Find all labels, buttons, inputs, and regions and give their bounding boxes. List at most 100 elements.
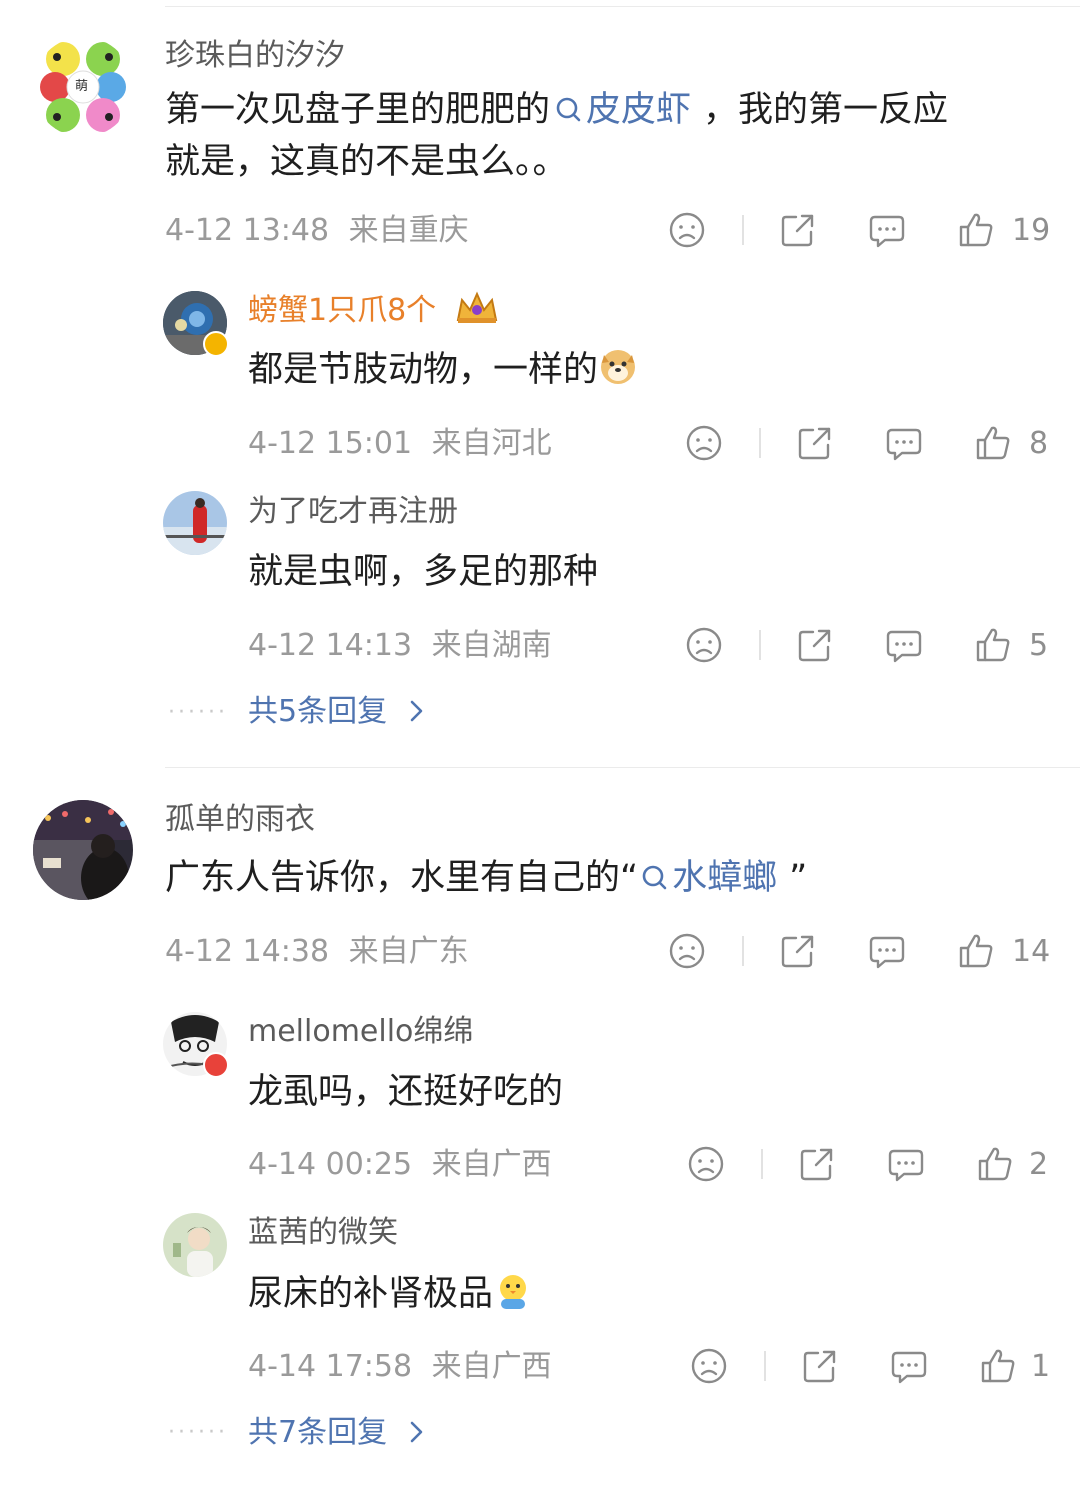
timestamp: 4-12 14:38	[165, 934, 330, 969]
reply-meta: 4-14 17:58 来自广西	[248, 1347, 552, 1387]
action-separator	[759, 630, 761, 660]
sad-face-icon[interactable]	[689, 1346, 729, 1386]
share-icon[interactable]	[795, 423, 835, 463]
avatar-label: 萌	[75, 79, 89, 94]
action-separator	[764, 1351, 766, 1381]
topic-label: 水蟑螂	[672, 858, 778, 898]
like-count: 2	[1029, 1147, 1049, 1182]
comment-icon[interactable]	[867, 931, 907, 971]
timestamp: 4-14 17:58	[248, 1349, 413, 1384]
like-count: 14	[1012, 934, 1051, 969]
thumbs-up-icon[interactable]	[973, 423, 1013, 463]
thumbs-up-icon[interactable]	[956, 931, 996, 971]
reply-meta: 4-12 15:01 来自河北	[248, 424, 552, 464]
comment-icon[interactable]	[884, 423, 924, 463]
reply-text: 尿床的补肾极品	[248, 1268, 533, 1320]
reply-text-label: 都是节肢动物，一样的	[248, 350, 599, 390]
comment-icon[interactable]	[889, 1346, 929, 1386]
verified-badge-icon	[203, 331, 229, 357]
comment-icon[interactable]	[884, 625, 924, 665]
reply-author[interactable]: mellomello绵绵	[248, 1012, 473, 1052]
more-replies-link[interactable]: 共7条回复	[248, 1413, 427, 1453]
avatar[interactable]: 萌	[33, 37, 133, 137]
avatar[interactable]	[163, 491, 227, 555]
more-replies-link[interactable]: 共5条回复	[248, 692, 427, 732]
action-separator	[761, 1149, 763, 1179]
more-replies-label: 共7条回复	[248, 1415, 388, 1450]
like-count: 1	[1031, 1349, 1051, 1384]
crown-badge-icon	[456, 291, 497, 323]
share-icon[interactable]	[797, 1144, 837, 1184]
action-separator	[742, 936, 744, 966]
reply-author[interactable]: 蓝茜的微笑	[248, 1213, 398, 1253]
comment-meta: 4-12 14:38 来自广东	[165, 932, 469, 972]
location: 来自重庆	[348, 213, 469, 248]
sad-face-icon[interactable]	[684, 625, 724, 665]
location: 来自河北	[431, 426, 552, 461]
topic-link[interactable]: 水蟑螂	[638, 858, 777, 898]
search-icon	[554, 95, 584, 125]
timestamp: 4-14 00:25	[248, 1147, 413, 1182]
reply-text: 都是节肢动物，一样的	[248, 344, 638, 396]
more-dots: ······	[168, 1420, 228, 1445]
reply-text: 就是虫啊，多足的那种	[248, 552, 599, 592]
member-badge-icon	[203, 1052, 229, 1078]
reply-author-label: 螃蟹1只爪8个	[248, 293, 437, 328]
topic-link[interactable]: 皮皮虾	[550, 90, 691, 130]
timestamp: 4-12 14:13	[248, 628, 413, 663]
action-separator	[742, 215, 744, 245]
share-icon[interactable]	[795, 625, 835, 665]
timestamp: 4-12 15:01	[248, 426, 413, 461]
action-separator	[759, 428, 761, 458]
thumbs-up-icon[interactable]	[973, 625, 1013, 665]
comment-meta: 4-12 13:48 来自重庆	[165, 211, 469, 251]
reply-meta: 4-12 14:13 来自湖南	[248, 626, 552, 666]
share-icon[interactable]	[778, 210, 818, 250]
like-count: 5	[1029, 628, 1049, 663]
sad-face-icon[interactable]	[667, 210, 707, 250]
more-dots: ······	[168, 700, 228, 725]
comment-author[interactable]: 孤单的雨衣	[165, 800, 315, 840]
thumbs-up-icon[interactable]	[975, 1144, 1015, 1184]
location: 来自湖南	[431, 628, 552, 663]
comment-author[interactable]: 珍珠白的汐汐	[165, 36, 345, 76]
sad-face-icon[interactable]	[667, 931, 707, 971]
avatar[interactable]	[33, 800, 133, 900]
comment-text-part: 广东人告诉你，水里有自己的“	[165, 858, 639, 898]
chick-emoji-icon	[500, 1275, 527, 1309]
comment-icon[interactable]	[886, 1144, 926, 1184]
thumbs-up-icon[interactable]	[956, 210, 996, 250]
location: 来自广西	[431, 1349, 552, 1384]
comment-text-line-1: 第一次见盘子里的肥肥的 皮皮虾 ，我的第一反应	[165, 84, 948, 136]
chevron-right-icon	[407, 1417, 427, 1447]
thumbs-up-icon[interactable]	[978, 1346, 1018, 1386]
top-divider	[165, 6, 1080, 7]
more-replies-label: 共5条回复	[248, 694, 388, 729]
reply-author[interactable]: 螃蟹1只爪8个	[248, 290, 500, 331]
comment-text-line-2: 就是，这真的不是虫么。。	[165, 142, 568, 182]
sad-face-icon[interactable]	[684, 423, 724, 463]
reply-author[interactable]: 为了吃才再注册	[248, 492, 458, 532]
chevron-right-icon	[407, 696, 427, 726]
timestamp: 4-12 13:48	[165, 213, 330, 248]
search-icon	[640, 863, 670, 893]
like-count: 19	[1012, 213, 1051, 248]
comment-divider	[165, 767, 1080, 768]
comment-text: 广东人告诉你，水里有自己的“ 水蟑螂 ”	[165, 852, 807, 904]
avatar[interactable]	[163, 1213, 227, 1277]
location: 来自广西	[431, 1147, 552, 1182]
comment-text-part: ，我的第一反应	[703, 90, 949, 130]
location: 来自广东	[348, 934, 469, 969]
reply-meta: 4-14 00:25 来自广西	[248, 1145, 552, 1185]
reply-text: 龙虱吗，还挺好吃的	[248, 1072, 564, 1112]
comment-icon[interactable]	[867, 210, 907, 250]
comment-text-part: 第一次见盘子里的肥肥的	[165, 90, 551, 130]
reply-text-label: 尿床的补肾极品	[248, 1274, 494, 1314]
like-count: 8	[1029, 426, 1049, 461]
sad-face-icon[interactable]	[686, 1144, 726, 1184]
comment-text-part: ”	[789, 858, 808, 898]
share-icon[interactable]	[800, 1346, 840, 1386]
doge-emoji-icon	[601, 350, 636, 384]
share-icon[interactable]	[778, 931, 818, 971]
topic-label: 皮皮虾	[586, 90, 692, 130]
